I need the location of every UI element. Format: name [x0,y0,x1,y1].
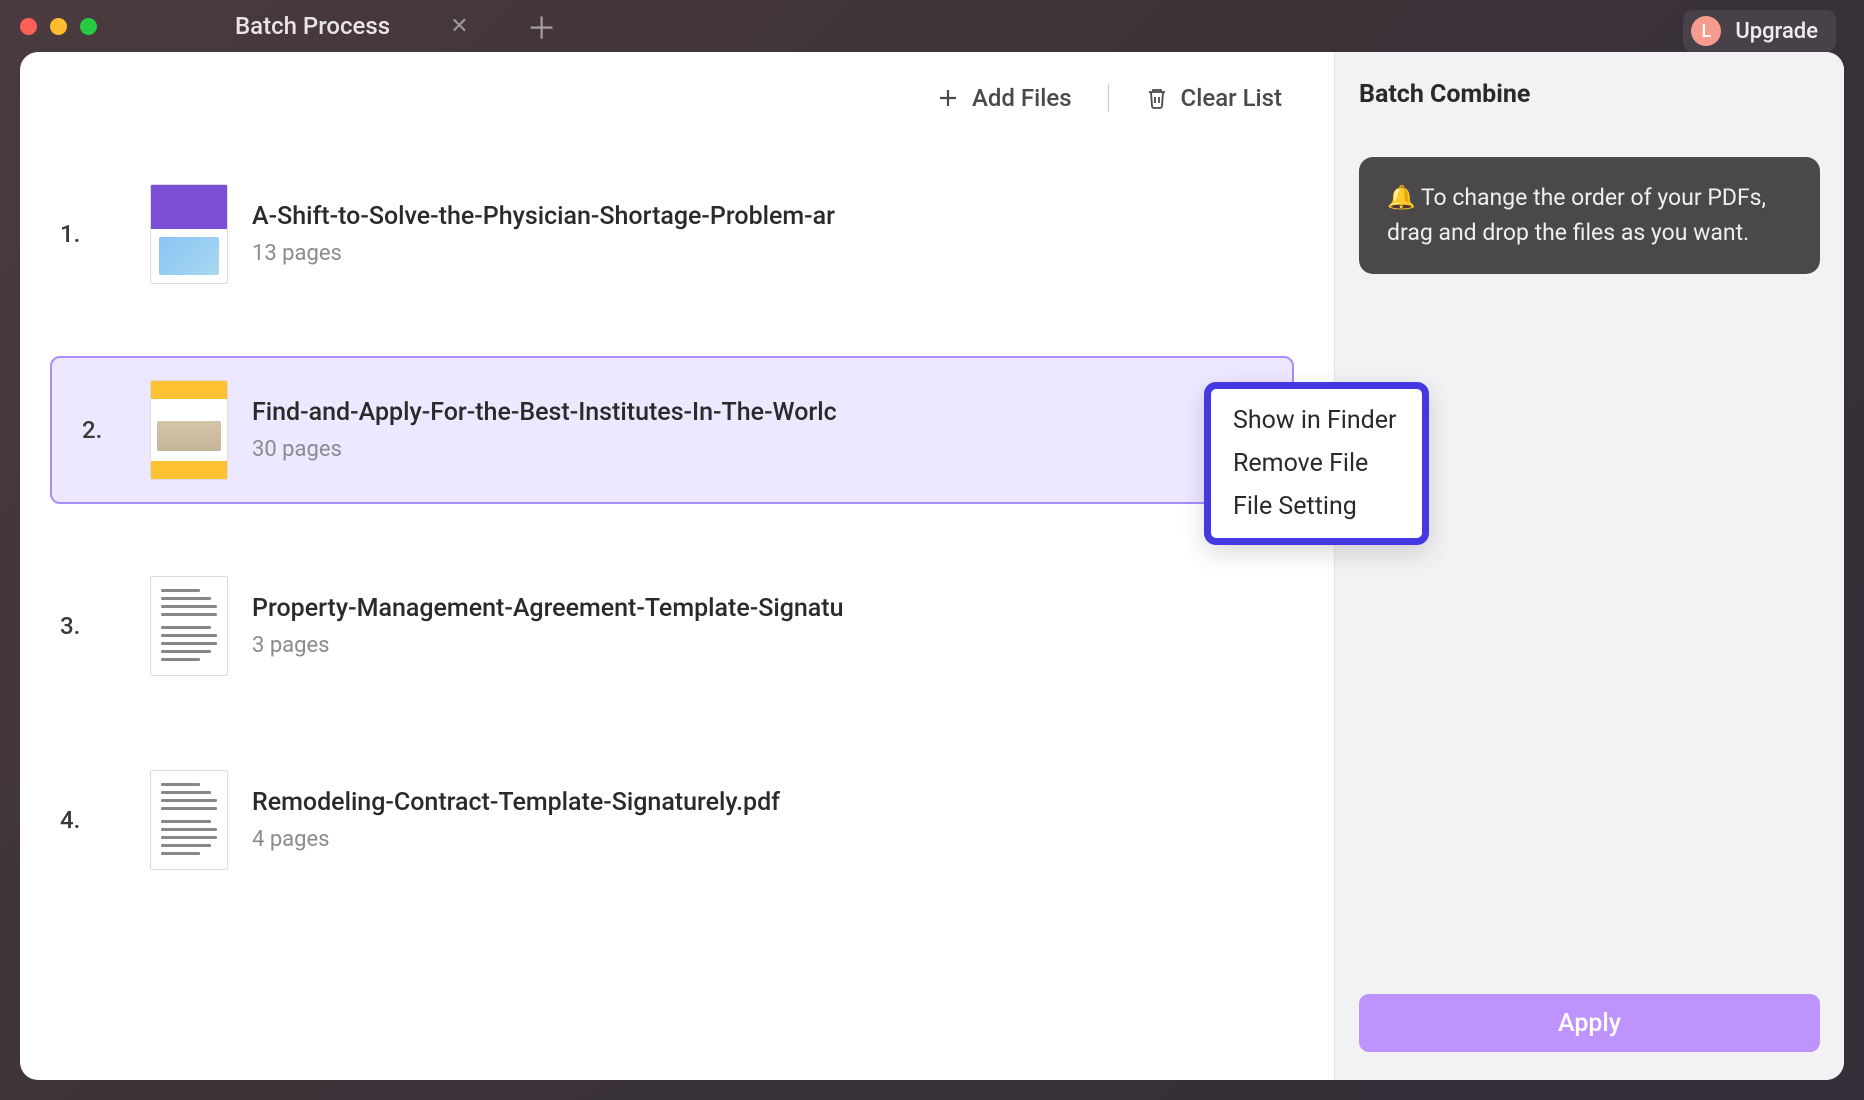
file-row[interactable]: 4.Remodeling-Contract-Template-Signature… [120,748,1294,892]
file-thumbnail [150,380,228,480]
file-info: Property-Management-Agreement-Template-S… [252,594,1264,658]
context-menu: Show in Finder Remove File File Setting [1204,382,1429,545]
trash-icon [1145,86,1169,110]
new-tab-button[interactable]: ＋ [527,4,557,48]
file-number: 1. [60,220,80,248]
file-row[interactable]: 1.A-Shift-to-Solve-the-Physician-Shortag… [120,162,1294,306]
close-tab-button[interactable]: ✕ [450,14,468,39]
sidebar: Batch Combine 🔔 To change the order of y… [1334,52,1844,1080]
file-thumbnail [150,184,228,284]
file-info: Find-and-Apply-For-the-Best-Institutes-I… [252,398,1180,462]
add-files-button[interactable]: Add Files [936,84,1072,112]
file-number: 4. [60,806,80,834]
file-thumbnail [150,770,228,870]
menu-file-setting[interactable]: File Setting [1233,485,1396,528]
titlebar: Batch Process ✕ ＋ L Upgrade [0,0,1864,52]
file-list: 1. A-Shift-to-Solve-the-Physician-Shortag… [20,132,1334,892]
file-info: Remodeling-Contract-Template-Signaturely… [252,788,1264,852]
file-page-count: 13 pages [252,241,1264,266]
tab-title: Batch Process [235,12,390,40]
file-page-count: 30 pages [252,437,1180,462]
file-info: A-Shift-to-Solve-the-Physician-Shortage-… [252,202,1264,266]
apply-button[interactable]: Apply [1359,994,1820,1052]
file-thumbnail [150,576,228,676]
clear-list-label: Clear List [1181,84,1282,112]
window-controls [20,18,97,35]
file-number: 3. [60,612,80,640]
main-panel: Add Files Clear List 1. A-Shift-to-Solve-… [20,52,1334,1080]
sidebar-title: Batch Combine [1359,80,1820,109]
file-name: Property-Management-Agreement-Template-S… [252,594,872,623]
menu-show-in-finder[interactable]: Show in Finder [1233,399,1396,442]
minimize-window-button[interactable] [50,18,67,35]
file-name: Remodeling-Contract-Template-Signaturely… [252,788,872,817]
add-files-label: Add Files [972,84,1072,112]
app-window: Add Files Clear List 1. A-Shift-to-Solve-… [20,52,1844,1080]
divider [1108,84,1109,112]
file-page-count: 3 pages [252,633,1264,658]
close-window-button[interactable] [20,18,37,35]
plus-icon [936,86,960,110]
tip-box: 🔔 To change the order of your PDFs, drag… [1359,157,1820,274]
menu-remove-file[interactable]: Remove File [1233,442,1396,485]
avatar: L [1691,16,1721,46]
file-row[interactable]: 2. Find-and-Apply-For-the-Best-Institutes… [50,356,1294,504]
action-bar: Add Files Clear List [20,52,1334,132]
tab-batch-process[interactable]: Batch Process ✕ [207,0,497,52]
clear-list-button[interactable]: Clear List [1145,84,1282,112]
file-number: 2. [82,416,102,444]
upgrade-label: Upgrade [1735,19,1818,44]
file-page-count: 4 pages [252,827,1264,852]
maximize-window-button[interactable] [80,18,97,35]
file-row[interactable]: 3.Property-Management-Agreement-Template… [120,554,1294,698]
file-name: A-Shift-to-Solve-the-Physician-Shortage-… [252,202,872,231]
file-name: Find-and-Apply-For-the-Best-Institutes-I… [252,398,872,427]
upgrade-button[interactable]: L Upgrade [1683,10,1836,52]
